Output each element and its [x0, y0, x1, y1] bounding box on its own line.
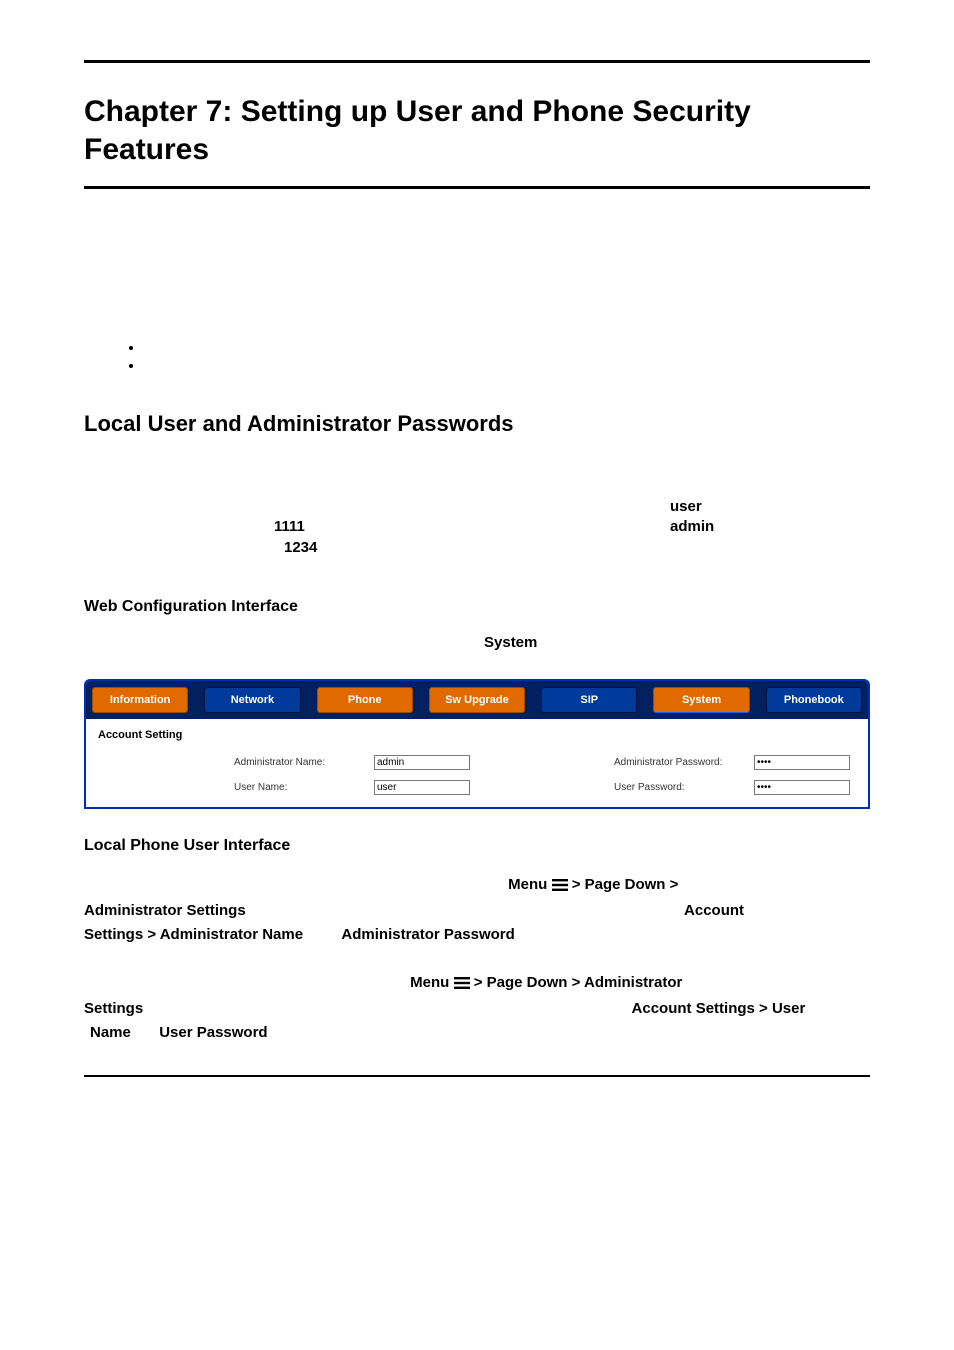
tab-phone[interactable]: Phone — [317, 687, 413, 713]
account-settings-user-label: Account Settings > User — [632, 1000, 806, 1017]
system-tab-sentence: System — [84, 634, 870, 651]
admin-settings-label: Administrator Settings — [84, 902, 246, 919]
admin-password-label: Administrator Password: — [614, 757, 754, 768]
user-password-label: User Password: — [614, 782, 754, 793]
defaults-paragraph: user 1111 admin 1234 — [84, 497, 870, 558]
menu-label: Menu — [508, 876, 547, 893]
hamburger-icon — [552, 875, 568, 899]
bullet-item — [144, 339, 870, 353]
user-name-label: User Name: — [234, 782, 374, 793]
settings-admin-name-label: Settings > Administrator Name — [84, 926, 303, 943]
chapter-title: Chapter 7: Setting up User and Phone Sec… — [84, 93, 870, 168]
default-admin-password: 1234 — [284, 539, 317, 556]
user-password-label-path: User Password — [159, 1024, 267, 1041]
intro-bullets — [144, 339, 870, 371]
settings-label: Settings — [84, 1000, 143, 1017]
admin-password-label-path: Administrator Password — [341, 926, 514, 943]
system-word: System — [484, 634, 537, 651]
user-menu-path: Menu > Page Down > Administrator Setting… — [84, 971, 870, 1045]
menu-path-pagedown-admin: > Page Down > Administrator — [474, 974, 683, 991]
account-label: Account — [684, 902, 744, 919]
intro-whitespace — [84, 249, 870, 339]
default-user-password: 1111 — [274, 518, 305, 535]
menu-path-pagedown: > Page Down > — [572, 876, 679, 893]
admin-name-input[interactable] — [374, 755, 470, 770]
top-rule — [84, 60, 870, 63]
local-interface-heading: Local Phone User Interface — [84, 837, 870, 855]
admin-menu-path: Menu > Page Down > Administrator Setting… — [84, 873, 870, 947]
web-ui-screenshot: Information Network Phone Sw Upgrade SIP… — [84, 679, 870, 809]
web-interface-heading: Web Configuration Interface — [84, 598, 870, 616]
under-title-rule — [84, 186, 870, 189]
default-admin-label: admin — [670, 518, 714, 535]
hamburger-icon — [454, 973, 470, 997]
menu-label-2: Menu — [410, 974, 449, 991]
user-password-input[interactable] — [754, 780, 850, 795]
tab-phonebook[interactable]: Phonebook — [766, 687, 862, 713]
default-user-label: user — [670, 498, 702, 515]
bullet-item — [144, 357, 870, 371]
user-name-input[interactable] — [374, 780, 470, 795]
admin-name-label: Administrator Name: — [234, 757, 374, 768]
tab-bar: Information Network Phone Sw Upgrade SIP… — [86, 681, 868, 719]
tab-system[interactable]: System — [653, 687, 749, 713]
tab-network[interactable]: Network — [204, 687, 300, 713]
bottom-rule — [84, 1075, 870, 1077]
name-label: Name — [90, 1024, 131, 1041]
tab-information[interactable]: Information — [92, 687, 188, 713]
account-setting-heading: Account Setting — [98, 729, 860, 741]
tab-swupgrade[interactable]: Sw Upgrade — [429, 687, 525, 713]
admin-password-input[interactable] — [754, 755, 850, 770]
account-setting-panel: Account Setting Administrator Name: Admi… — [86, 719, 868, 807]
section-heading: Local User and Administrator Passwords — [84, 411, 870, 437]
tab-sip[interactable]: SIP — [541, 687, 637, 713]
